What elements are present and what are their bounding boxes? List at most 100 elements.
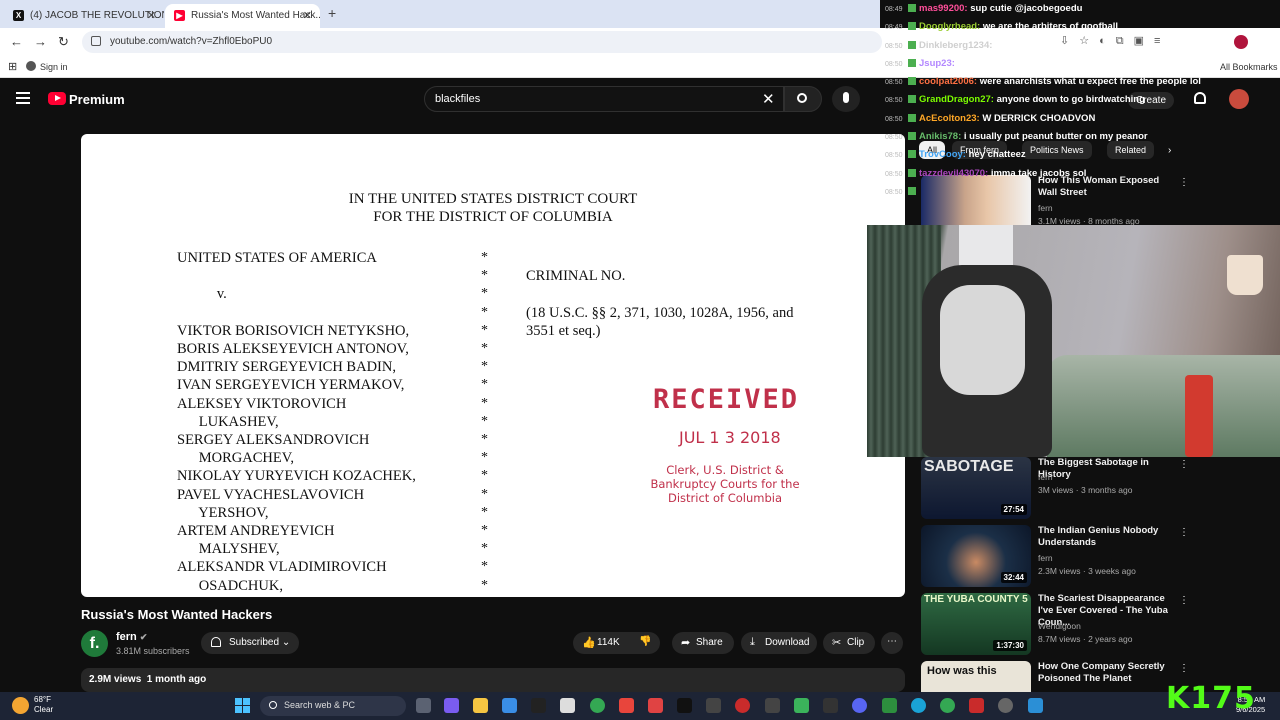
app-icon[interactable] bbox=[1028, 698, 1043, 713]
channel-avatar[interactable]: f. bbox=[81, 630, 108, 657]
url-field[interactable]: youtube.com/watch?v=Zhfl0EboPU0 bbox=[82, 31, 882, 53]
views-date: 2.9M views 1 month ago bbox=[89, 674, 207, 685]
voice-search-icon[interactable] bbox=[832, 86, 860, 112]
duration-badge: 32:44 bbox=[1000, 572, 1027, 583]
browser-tab-x[interactable]: X (4) JACOB THE REVOLUTIONARY... ✕ bbox=[4, 4, 164, 28]
back-icon[interactable]: ← bbox=[10, 34, 23, 49]
app-icon[interactable] bbox=[619, 698, 634, 713]
search-button[interactable] bbox=[784, 86, 822, 112]
recommendation-item[interactable]: THE YUBA COUNTY 5 1:37:30 The Scariest D… bbox=[921, 593, 1201, 657]
download-button[interactable]: ⤓ Download bbox=[741, 632, 817, 654]
chat-timestamp: 08:50 bbox=[885, 42, 903, 50]
chat-text: imma take jacobs sol bbox=[988, 167, 1087, 179]
channel-name-text: fern bbox=[116, 631, 137, 643]
webcam-lamp-base bbox=[1185, 375, 1213, 457]
chat-username[interactable]: coolpat2006: bbox=[919, 76, 977, 87]
app-icon[interactable] bbox=[706, 698, 721, 713]
document-icon[interactable] bbox=[560, 698, 575, 713]
apps-grid-icon[interactable]: ⊞ bbox=[8, 60, 17, 73]
thumb-text: How was this bbox=[927, 665, 997, 677]
thumbs-up-icon: 👍 bbox=[582, 637, 596, 649]
xbox-icon[interactable] bbox=[794, 698, 809, 713]
close-tab-icon[interactable]: ✕ bbox=[147, 9, 156, 22]
copilot-icon[interactable] bbox=[444, 698, 459, 713]
chat-timestamp: 08:50 bbox=[885, 115, 903, 123]
chat-username[interactable]: Dinkleberg1234: bbox=[919, 40, 992, 51]
description-box[interactable]: 2.9M views 1 month ago bbox=[81, 668, 905, 692]
doc-court-heading: IN THE UNITED STATES DISTRICT COURT FOR … bbox=[333, 190, 653, 226]
chrome-icon[interactable] bbox=[590, 698, 605, 713]
site-info-icon[interactable] bbox=[91, 36, 101, 46]
chat-username[interactable]: AcEcolton23: bbox=[919, 113, 980, 124]
clip-button[interactable]: ✂ Clip bbox=[823, 632, 875, 654]
search-input[interactable]: blackfiles bbox=[424, 86, 784, 112]
chat-username[interactable]: TrovCooy: bbox=[919, 149, 966, 160]
channel-name[interactable]: fern ✔ bbox=[116, 631, 147, 643]
chat-text: W DERRICK CHOADVON bbox=[979, 112, 1096, 124]
more-vert-icon[interactable]: ⋮ bbox=[1179, 663, 1189, 674]
more-vert-icon[interactable]: ⋮ bbox=[1179, 527, 1189, 538]
chat-username[interactable]: mas99200: bbox=[919, 3, 968, 14]
chat-message: 08:50 Jsup23: OMEGALUL bbox=[885, 55, 1280, 73]
doc-star-column: * * * * * * * * * * * * * * * * * * * bbox=[481, 250, 488, 593]
recommendation-item[interactable]: SABOTAGE 27:54 The Biggest Sabotage in H… bbox=[921, 457, 1201, 521]
clear-search-icon[interactable]: ✕ bbox=[762, 90, 775, 108]
chat-username[interactable]: Dooglyrhead: bbox=[919, 21, 980, 32]
task-view-icon[interactable] bbox=[416, 698, 431, 713]
like-button[interactable]: 👍 114K 👎 bbox=[573, 632, 660, 654]
video-player[interactable]: IN THE UNITED STATES DISTRICT COURT FOR … bbox=[81, 134, 905, 597]
reload-icon[interactable]: ↻ bbox=[58, 34, 69, 50]
app-icon[interactable] bbox=[531, 698, 546, 713]
menu-icon[interactable] bbox=[16, 92, 30, 104]
bookmark-signin[interactable]: Sign in bbox=[26, 61, 68, 72]
taskbar-search[interactable]: Search web & PC bbox=[260, 696, 406, 716]
subscribed-button[interactable]: Subscribed ⌄ bbox=[201, 632, 299, 654]
rec-thumbnail: SABOTAGE 27:54 bbox=[921, 457, 1031, 519]
chat-timestamp: 08:49 bbox=[885, 24, 903, 32]
youtube-brand[interactable]: Premium bbox=[69, 92, 125, 107]
chat-username[interactable]: tazzdevil43070: bbox=[919, 168, 988, 179]
chat-text: sup cutie @jacobegoedu bbox=[967, 3, 1083, 14]
start-button[interactable] bbox=[235, 698, 250, 713]
chevron-down-icon: ⌄ bbox=[281, 637, 291, 648]
chrome-icon[interactable] bbox=[940, 698, 955, 713]
chat-timestamp: 08:49 bbox=[885, 6, 903, 13]
discord-icon[interactable] bbox=[852, 698, 867, 713]
new-tab-button[interactable]: + bbox=[328, 5, 336, 21]
more-vert-icon[interactable]: ⋮ bbox=[1179, 595, 1189, 606]
chat-badge-icon bbox=[908, 150, 916, 159]
app-icon[interactable] bbox=[998, 698, 1013, 713]
doc-statutes: (18 U.S.C. §§ 2, 371, 1030, 1028A, 1956,… bbox=[526, 305, 794, 339]
app-icon[interactable] bbox=[765, 698, 780, 713]
weather-temp: 68°F bbox=[34, 695, 51, 704]
chat-text: we are the arbiters of goofball bbox=[980, 21, 1119, 33]
share-button[interactable]: ➦ Share bbox=[672, 632, 734, 654]
app-icon[interactable] bbox=[735, 698, 750, 713]
tiktok-icon[interactable] bbox=[677, 698, 692, 713]
chat-username[interactable]: GrandDragon27: bbox=[919, 94, 994, 105]
dislike-icon[interactable]: 👎 bbox=[639, 636, 651, 647]
weather-icon[interactable] bbox=[12, 697, 29, 714]
app-icon[interactable] bbox=[969, 698, 984, 713]
more-actions-button[interactable]: ⋯ bbox=[881, 632, 903, 654]
browser-tab-youtube[interactable]: ▶ Russia's Most Wanted Hack... ✕ bbox=[165, 4, 320, 28]
app-icon[interactable] bbox=[882, 698, 897, 713]
chat-username[interactable]: Anikis78: bbox=[919, 131, 961, 142]
app-icon[interactable] bbox=[648, 698, 663, 713]
chat-username[interactable]: Jsup23: bbox=[919, 58, 955, 69]
recommendation-item[interactable]: 32:44 The Indian Genius Nobody Understan… bbox=[921, 525, 1201, 589]
store-icon[interactable] bbox=[502, 698, 517, 713]
app-icon[interactable] bbox=[823, 698, 838, 713]
more-vert-icon[interactable]: ⋮ bbox=[1179, 459, 1189, 470]
youtube-logo-icon[interactable] bbox=[48, 92, 66, 105]
doc-criminal-no: CRIMINAL NO. bbox=[526, 268, 626, 284]
file-explorer-icon[interactable] bbox=[473, 698, 488, 713]
chat-badge-icon bbox=[908, 95, 916, 104]
edge-icon[interactable] bbox=[911, 698, 926, 713]
rec-thumbnail: 32:44 bbox=[921, 525, 1031, 587]
close-tab-icon[interactable]: ✕ bbox=[303, 9, 312, 22]
subscribed-label: Subscribed bbox=[229, 637, 280, 648]
recommendation-item[interactable]: How was this How One Company Secretly Po… bbox=[921, 661, 1201, 692]
weather-widget[interactable]: 68°F Clear bbox=[34, 695, 53, 715]
forward-icon[interactable]: → bbox=[34, 34, 47, 49]
